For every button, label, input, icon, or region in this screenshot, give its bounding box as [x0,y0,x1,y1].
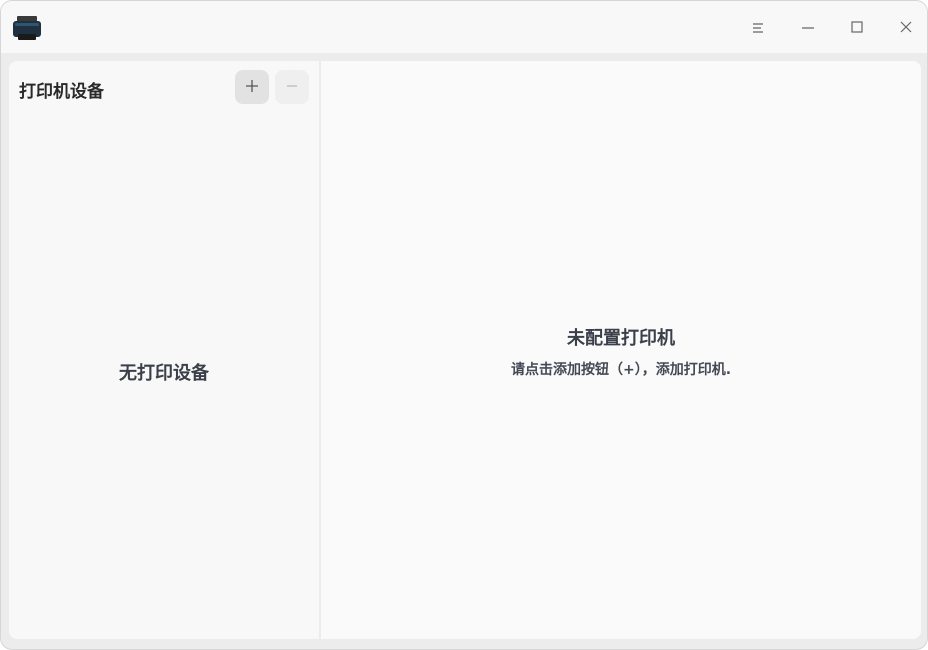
printer-app-icon [13,16,41,40]
no-printer-message: 无打印设备 [119,363,209,384]
empty-state-title: 未配置打印机 [567,328,675,349]
printer-list-panel: 打印机设备 无打印设备 [9,61,319,639]
title-bar [1,1,927,53]
printer-detail-panel: 未配置打印机 请点击添加按钮（+），添加打印机. [321,61,921,639]
printer-manager-window: 打印机设备 无打印设备 未配置打印机 请点击添加按钮（+），添加打印机. [0,0,928,650]
maximize-button[interactable] [842,13,872,43]
printer-list-title: 打印机设备 [19,82,104,102]
minimize-button[interactable] [793,13,823,43]
plus-icon [245,78,259,97]
empty-state-hint: 请点击添加按钮（+），添加打印机. [510,362,732,378]
close-icon [899,19,913,38]
add-printer-button[interactable] [235,70,269,104]
close-button[interactable] [891,13,921,43]
remove-printer-button[interactable] [275,70,309,104]
content-area: 打印机设备 无打印设备 未配置打印机 请点击添加按钮（+），添加打印机. [9,61,921,639]
menu-icon [751,19,765,38]
minus-icon [285,78,299,97]
maximize-icon [850,19,864,38]
menu-button[interactable] [743,13,773,43]
minimize-icon [801,19,815,38]
